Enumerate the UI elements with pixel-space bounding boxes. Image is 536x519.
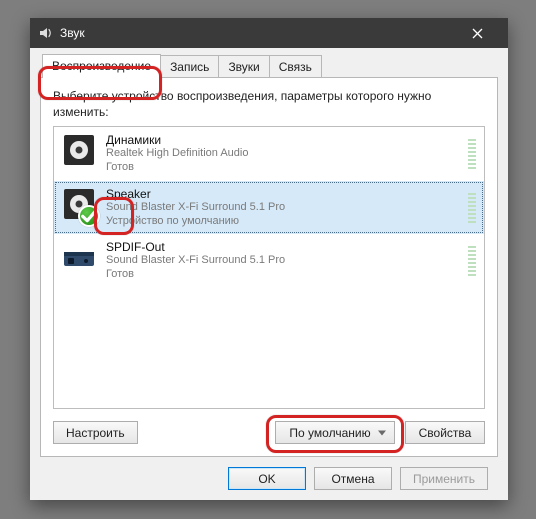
device-name: SPDIF-Out (106, 240, 462, 254)
tab-label: Воспроизведение (52, 59, 151, 73)
tab-label: Запись (170, 60, 209, 74)
volume-meter (468, 187, 476, 223)
device-status: Готов (106, 161, 462, 175)
client-area: Воспроизведение Запись Звуки Связь Выбер… (30, 48, 508, 500)
dialog-buttons: OK Отмена Применить (40, 457, 498, 490)
device-text: Speaker Sound Blaster X-Fi Surround 5.1 … (106, 187, 462, 229)
spdif-icon (62, 240, 96, 274)
device-list[interactable]: Динамики Realtek High Definition Audio Г… (53, 126, 485, 409)
tab-panel-playback: Выберите устройство воспроизведения, пар… (40, 77, 498, 457)
device-text: SPDIF-Out Sound Blaster X-Fi Surround 5.… (106, 240, 462, 282)
device-row[interactable]: SPDIF-Out Sound Blaster X-Fi Surround 5.… (54, 234, 484, 288)
tab-label: Связь (279, 60, 312, 74)
speaker-icon (62, 133, 96, 167)
instruction-text: Выберите устройство воспроизведения, пар… (53, 88, 485, 120)
button-label: По умолчанию (289, 426, 370, 440)
button-label: Применить (413, 472, 475, 486)
device-name: Динамики (106, 133, 462, 147)
device-status: Устройство по умолчанию (106, 215, 462, 229)
volume-meter (468, 133, 476, 169)
default-check-icon (78, 205, 100, 227)
device-driver: Sound Blaster X-Fi Surround 5.1 Pro (106, 254, 462, 268)
sound-dialog: Звук Воспроизведение Запись Звуки (30, 18, 508, 500)
tab-sounds[interactable]: Звуки (218, 55, 269, 78)
button-label: Отмена (331, 472, 374, 486)
device-row[interactable]: Speaker Sound Blaster X-Fi Surround 5.1 … (54, 181, 484, 235)
titlebar: Звук (30, 18, 508, 48)
device-driver: Realtek High Definition Audio (106, 147, 462, 161)
configure-button[interactable]: Настроить (53, 421, 138, 444)
window-title: Звук (60, 18, 455, 48)
tab-communications[interactable]: Связь (269, 55, 322, 78)
set-default-button[interactable]: По умолчанию (275, 421, 395, 444)
device-driver: Sound Blaster X-Fi Surround 5.1 Pro (106, 201, 462, 215)
speaker-icon (62, 187, 96, 221)
close-button[interactable] (455, 18, 500, 48)
button-label: Свойства (419, 426, 472, 440)
tab-playback[interactable]: Воспроизведение (42, 54, 161, 78)
tab-recording[interactable]: Запись (160, 55, 219, 78)
ok-button[interactable]: OK (228, 467, 306, 490)
tab-label: Звуки (228, 60, 259, 74)
apply-button[interactable]: Применить (400, 467, 488, 490)
cancel-button[interactable]: Отмена (314, 467, 392, 490)
tab-footer: Настроить По умолчанию Свойства (53, 409, 485, 444)
device-status: Готов (106, 268, 462, 282)
tabstrip: Воспроизведение Запись Звуки Связь (40, 54, 498, 78)
volume-meter (468, 240, 476, 276)
properties-button[interactable]: Свойства (405, 421, 485, 444)
button-label: Настроить (66, 426, 125, 440)
volume-icon (38, 25, 54, 41)
close-icon (472, 28, 483, 39)
device-row[interactable]: Динамики Realtek High Definition Audio Г… (54, 127, 484, 181)
device-name: Speaker (106, 187, 462, 201)
device-text: Динамики Realtek High Definition Audio Г… (106, 133, 462, 175)
button-label: OK (258, 472, 275, 486)
